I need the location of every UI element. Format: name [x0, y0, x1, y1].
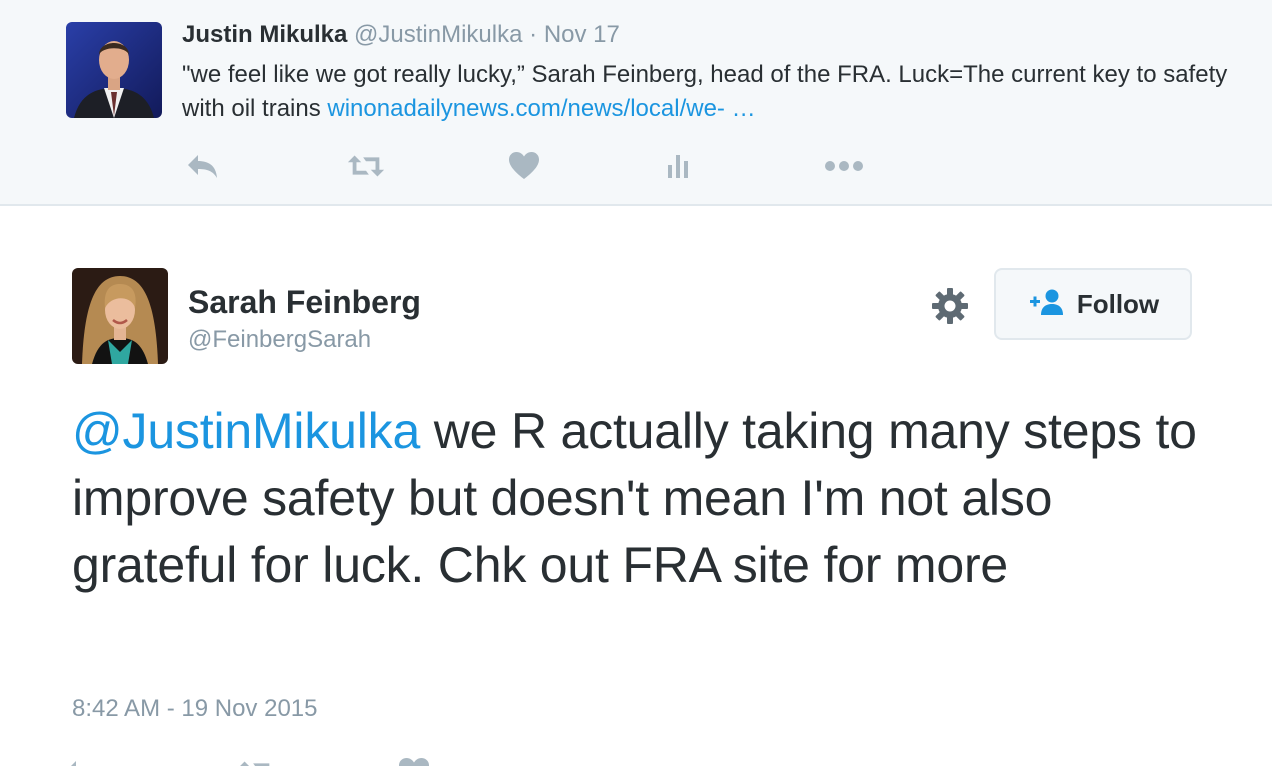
main-tweet-text: @JustinMikulka we R actually taking many…	[72, 398, 1222, 599]
main-avatar[interactable]	[72, 268, 168, 364]
parent-tweet-date[interactable]: Nov 17	[544, 21, 620, 48]
parent-avatar[interactable]	[66, 22, 162, 118]
parent-author-name[interactable]: Justin Mikulka	[182, 21, 347, 48]
main-author-handle[interactable]: @FeinbergSarah	[188, 325, 371, 355]
retweet-icon[interactable]	[346, 146, 386, 186]
mention-link[interactable]: @JustinMikulka	[72, 403, 420, 459]
follow-button[interactable]: Follow	[994, 268, 1192, 340]
reply-icon[interactable]	[60, 752, 100, 766]
parent-tweet-link[interactable]: winonadailynews.com/news/local/we-	[327, 95, 725, 122]
heart-icon[interactable]	[394, 752, 434, 766]
parent-tweet-header: Justin Mikulka @JustinMikulka · Nov 17	[182, 20, 620, 50]
tweet-timestamp[interactable]: 8:42 AM - 19 Nov 2015	[72, 694, 317, 724]
analytics-icon[interactable]	[658, 146, 698, 186]
main-author-name[interactable]: Sarah Feinberg	[188, 282, 421, 322]
parent-tweet[interactable]: Justin Mikulka @JustinMikulka · Nov 17 "…	[0, 0, 1272, 206]
link-ellipsis: …	[724, 95, 756, 122]
gear-icon[interactable]	[930, 286, 970, 326]
avatar-image	[66, 22, 162, 118]
reply-icon[interactable]	[182, 146, 222, 186]
heart-icon[interactable]	[504, 146, 544, 186]
avatar-image	[72, 268, 168, 364]
tweet-page: Justin Mikulka @JustinMikulka · Nov 17 "…	[0, 0, 1272, 766]
header-separator: ·	[529, 21, 538, 48]
follow-label: Follow	[1076, 288, 1160, 319]
parent-author-handle[interactable]: @JustinMikulka	[354, 21, 522, 48]
add-user-icon	[1027, 288, 1065, 321]
retweet-icon[interactable]	[236, 752, 276, 766]
more-icon[interactable]	[824, 146, 864, 186]
parent-tweet-text: "we feel like we got really lucky,” Sara…	[182, 58, 1242, 126]
